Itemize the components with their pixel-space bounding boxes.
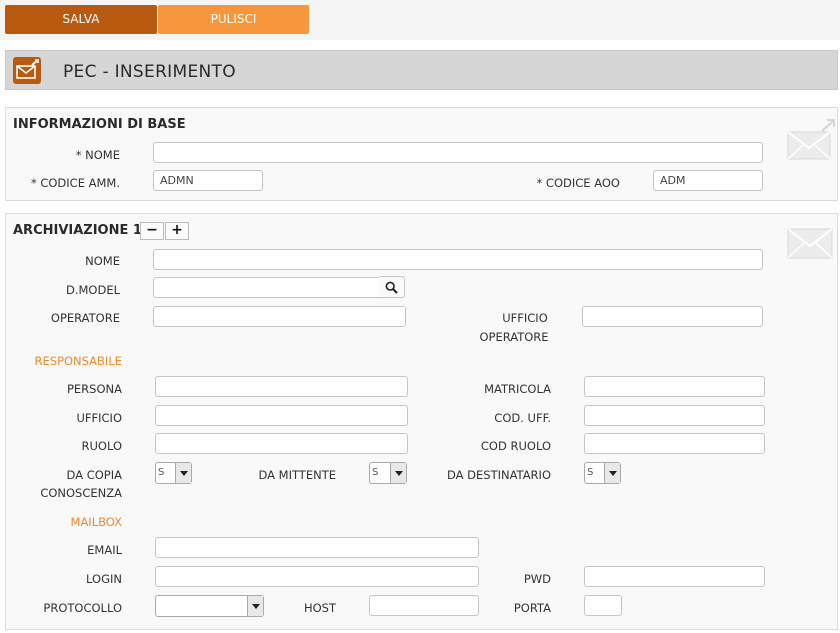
da-mittente-value: S	[372, 467, 379, 478]
chevron-down-icon	[390, 463, 406, 483]
clear-button[interactable]: PULISCI	[158, 5, 309, 34]
chevron-down-icon	[175, 463, 191, 483]
da-copia-select[interactable]: S	[155, 462, 192, 484]
responsabile-subtitle: RESPONSABILE	[34, 354, 122, 368]
arch-nome-label: NOME	[85, 254, 120, 268]
ufficio-operatore-label-line1: UFFICIO	[502, 311, 548, 325]
email-input[interactable]	[155, 537, 479, 558]
cod-uff-input[interactable]	[584, 405, 765, 426]
persona-label: PERSONA	[66, 382, 122, 396]
mailbox-subtitle: MAILBOX	[70, 515, 122, 529]
da-copia-label-line1: DA COPIA	[66, 468, 122, 482]
email-label: EMAIL	[87, 543, 122, 557]
mail-send-icon	[786, 117, 836, 164]
arch-nome-input[interactable]	[153, 249, 763, 270]
search-icon	[385, 281, 398, 297]
page-title: PEC - INSERIMENTO	[63, 62, 236, 82]
da-copia-value: S	[158, 467, 165, 478]
protocollo-label: PROTOCOLLO	[43, 601, 122, 615]
chevron-down-icon	[247, 596, 263, 616]
cod-uff-label: COD. UFF.	[494, 411, 551, 425]
ufficio-input[interactable]	[155, 405, 408, 426]
cod-ruolo-input[interactable]	[584, 433, 765, 454]
dmodel-search-button[interactable]	[379, 276, 405, 298]
chevron-down-icon	[604, 463, 620, 483]
add-archiviazione-button[interactable]: +	[165, 222, 189, 240]
da-mittente-select[interactable]: S	[369, 462, 407, 484]
codice-amm-input[interactable]	[153, 170, 263, 191]
ufficio-operatore-label-line2: OPERATORE	[479, 330, 549, 344]
host-input[interactable]	[369, 595, 479, 616]
cod-ruolo-label: COD RUOLO	[480, 439, 551, 453]
persona-input[interactable]	[155, 376, 408, 397]
dmodel-label: D.MODEL	[65, 283, 120, 297]
da-destinatario-label: DA DESTINATARIO	[446, 468, 551, 482]
login-input[interactable]	[155, 566, 479, 587]
save-button[interactable]: SALVA	[5, 5, 157, 34]
host-label: HOST	[303, 601, 336, 615]
codice-amm-label: * CODICE AMM.	[30, 176, 120, 190]
login-label: LOGIN	[86, 572, 122, 586]
da-destinatario-value: S	[587, 467, 594, 478]
ufficio-operatore-input[interactable]	[582, 306, 763, 327]
da-mittente-label: DA MITTENTE	[258, 468, 337, 482]
porta-label: PORTA	[513, 601, 551, 615]
codice-aoo-input[interactable]	[653, 170, 763, 191]
protocollo-select[interactable]	[155, 595, 264, 617]
ruolo-label: RUOLO	[81, 439, 122, 453]
ruolo-input[interactable]	[155, 433, 408, 454]
remove-archiviazione-button[interactable]: −	[140, 222, 164, 240]
operatore-label: OPERATORE	[50, 311, 120, 325]
page-header: PEC - INSERIMENTO	[5, 50, 838, 90]
dmodel-input[interactable]	[153, 277, 380, 298]
base-info-title: INFORMAZIONI DI BASE	[13, 117, 186, 132]
da-copia-label-line2: CONOSCENZA	[40, 486, 122, 500]
matricola-label: MATRICOLA	[484, 382, 551, 396]
ufficio-label: UFFICIO	[76, 411, 122, 425]
porta-input[interactable]	[584, 595, 622, 616]
mail-icon	[786, 226, 834, 263]
codice-aoo-label: * CODICE AOO	[536, 176, 620, 190]
operatore-input[interactable]	[153, 306, 406, 327]
pwd-label: PWD	[523, 572, 551, 586]
mail-icon	[13, 57, 41, 84]
da-destinatario-select[interactable]: S	[584, 462, 621, 484]
pwd-input[interactable]	[584, 566, 765, 587]
matricola-input[interactable]	[584, 376, 765, 397]
nome-input[interactable]	[153, 142, 763, 163]
nome-label: * NOME	[75, 148, 120, 162]
archiviazione-title: ARCHIVIAZIONE 1	[13, 223, 142, 238]
